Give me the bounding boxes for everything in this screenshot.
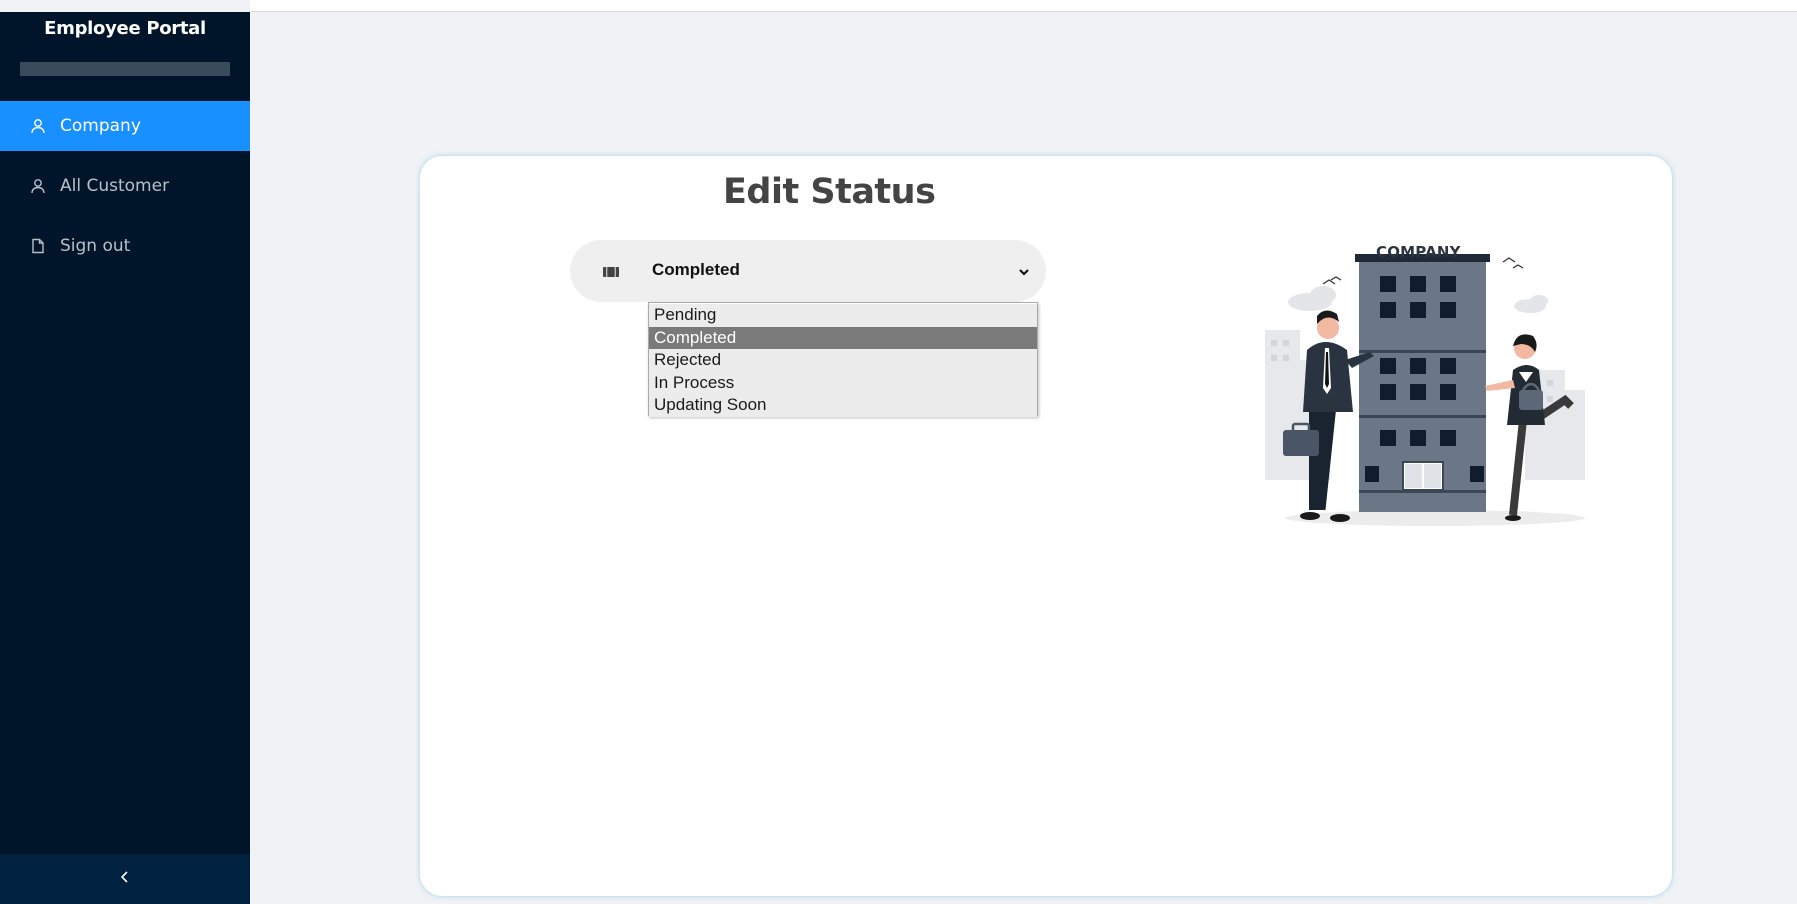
- file-icon: [30, 238, 46, 254]
- logo-placeholder: [20, 62, 230, 76]
- app-title: Employee Portal: [44, 18, 206, 39]
- user-icon: [30, 118, 46, 134]
- top-header-bar: [250, 0, 1797, 12]
- status-icon: [603, 265, 619, 277]
- sidebar-item-company[interactable]: Company: [0, 101, 250, 151]
- sidebar-item-label: Sign out: [60, 236, 131, 256]
- sidebar-collapse-button[interactable]: [0, 854, 250, 904]
- page-title: Edit Status: [723, 172, 936, 212]
- sidebar-item-label: Company: [60, 116, 141, 136]
- company-illustration: [1265, 254, 1585, 526]
- status-dropdown-list: Pending Completed Rejected In Process Up…: [648, 302, 1038, 417]
- status-select-value: Completed: [652, 260, 740, 279]
- sidebar-item-sign-out[interactable]: Sign out: [0, 221, 250, 271]
- status-select[interactable]: Completed: [570, 240, 1046, 302]
- chevron-left-icon: [118, 870, 132, 889]
- status-option-pending[interactable]: Pending: [649, 304, 1037, 327]
- sidebar-item-all-customer[interactable]: All Customer: [0, 161, 250, 211]
- status-option-in-process[interactable]: In Process: [649, 371, 1037, 394]
- sidebar-nav: Company All Customer Sign out: [0, 101, 250, 281]
- chevron-down-icon: [1018, 265, 1030, 277]
- sidebar: Employee Portal Company All Customer Sig…: [0, 12, 250, 904]
- status-option-rejected[interactable]: Rejected: [649, 349, 1037, 372]
- status-option-completed[interactable]: Completed: [649, 326, 1037, 349]
- sidebar-item-label: All Customer: [60, 176, 170, 196]
- company-sign-text: COMPANY: [1376, 243, 1461, 261]
- status-option-updating-soon[interactable]: Updating Soon: [649, 394, 1037, 417]
- user-icon: [30, 178, 46, 194]
